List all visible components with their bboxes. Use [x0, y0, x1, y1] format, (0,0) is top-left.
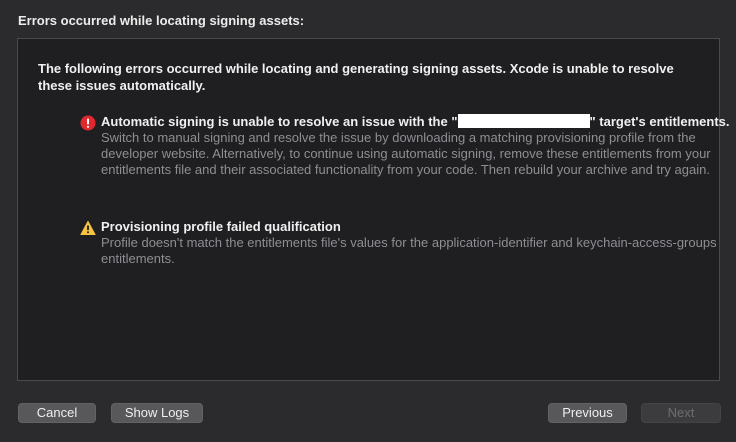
warning-icon: [80, 220, 96, 236]
dialog-title: Errors occurred while locating signing a…: [18, 13, 305, 28]
previous-button[interactable]: Previous: [548, 403, 627, 423]
errors-panel: The following errors occurred while loca…: [17, 38, 730, 381]
error-title-suffix: " target's entitlements.: [589, 114, 730, 129]
error-icon: [80, 115, 96, 131]
error-description: Switch to manual signing and resolve the…: [101, 130, 711, 177]
warning-description: Profile doesn't match the entitlements f…: [101, 235, 717, 266]
errors-intro: The following errors occurred while loca…: [38, 61, 674, 93]
next-button[interactable]: Next: [641, 403, 721, 423]
error-title-prefix: Automatic signing is unable to resolve a…: [101, 114, 458, 129]
show-logs-button[interactable]: Show Logs: [111, 403, 203, 423]
error-title: Automatic signing is unable to resolve a…: [101, 113, 730, 130]
warning-title: Provisioning profile failed qualificatio…: [101, 219, 341, 234]
redacted-target-name: [457, 114, 590, 128]
cancel-button[interactable]: Cancel: [18, 403, 96, 423]
